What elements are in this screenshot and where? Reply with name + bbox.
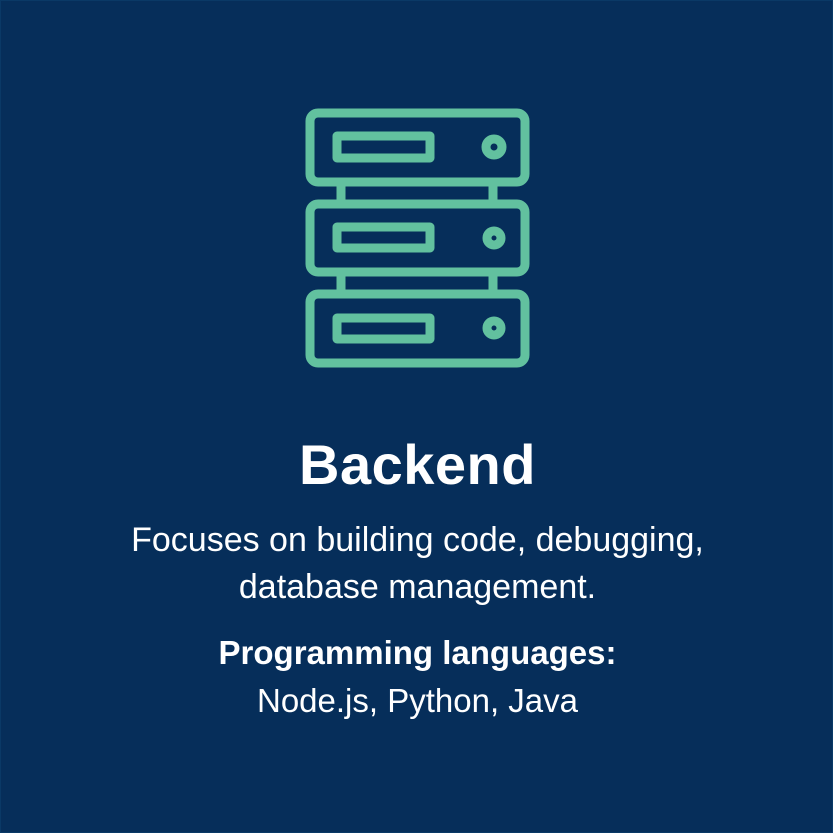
server-unit-1-slot: [332, 131, 435, 163]
card-title: Backend: [299, 433, 536, 496]
server-unit-2-slot: [332, 222, 435, 253]
server-unit-1: [305, 108, 530, 187]
languages-list: Node.js, Python, Java: [256, 682, 578, 719]
server-icon-container: [1, 1, 833, 381]
card-description: Focuses on building code, debugging, dat…: [131, 521, 704, 606]
server-unit-1-light: [481, 134, 507, 160]
server-unit-2-light: [482, 226, 506, 250]
server-icon: [305, 108, 530, 368]
languages-heading: Programming languages:: [218, 634, 617, 671]
server-unit-3-light: [482, 316, 506, 340]
server-unit-3: [305, 289, 530, 368]
backend-card: Backend Focuses on building code, debugg…: [0, 0, 833, 833]
server-unit-3-slot: [332, 313, 435, 344]
server-unit-2: [305, 199, 530, 277]
